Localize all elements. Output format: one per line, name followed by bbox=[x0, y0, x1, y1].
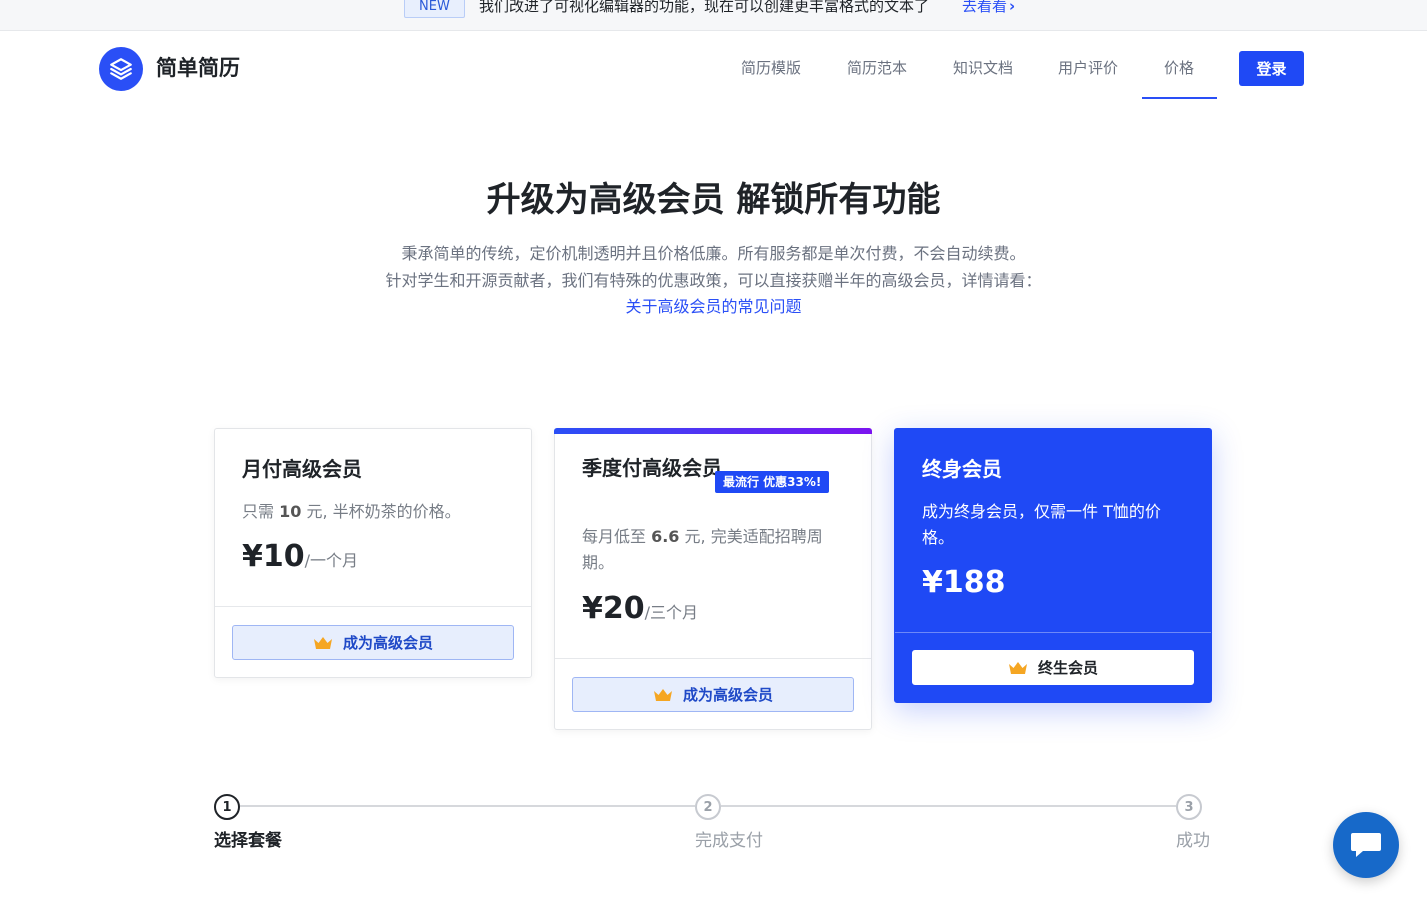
nav-item-pricing[interactable]: 价格 bbox=[1164, 57, 1194, 79]
announcement-message: 我们改进了可视化编辑器的功能，现在可以创建更丰富格式的文本了 bbox=[479, 0, 930, 15]
announcement-link-label: 去看看 bbox=[962, 0, 1008, 15]
plan-price-period: /三个月 bbox=[644, 603, 699, 622]
crown-icon bbox=[653, 688, 672, 701]
faq-link[interactable]: 关于高级会员的常见问题 bbox=[0, 294, 1427, 320]
hero-subtitle-2: 针对学生和开源贡献者，我们有特殊的优惠政策，可以直接获赠半年的高级会员，详情请看… bbox=[385, 271, 1042, 290]
plan-card-lifetime: 终身会员 成为终身会员，仅需一件 T恤的价格。 ¥188 终生会员 bbox=[894, 428, 1212, 703]
plan-desc-num: 6.6 bbox=[651, 527, 680, 546]
step-connector bbox=[721, 805, 1176, 807]
card-divider bbox=[895, 632, 1211, 633]
nav-item-docs[interactable]: 知识文档 bbox=[953, 57, 1013, 79]
chat-button[interactable] bbox=[1333, 812, 1399, 878]
step-3-label: 成功 bbox=[1176, 831, 1210, 851]
announcement-link[interactable]: 去看看 › bbox=[962, 0, 1015, 16]
plan-desc-num: 10 bbox=[279, 502, 302, 521]
subscribe-button-label: 成为高级会员 bbox=[682, 686, 773, 704]
plan-price-amount: ¥20 bbox=[582, 591, 645, 626]
plan-price: ¥188 bbox=[922, 565, 1006, 600]
popular-badge: 最流行 优惠33%! bbox=[715, 471, 830, 493]
card-divider bbox=[215, 606, 531, 607]
plan-price-period: /一个月 bbox=[304, 551, 359, 570]
chevron-right-icon: › bbox=[1009, 0, 1016, 15]
plan-name: 终身会员 bbox=[922, 457, 1002, 481]
brand-name[interactable]: 简单简历 bbox=[156, 53, 240, 83]
plan-desc-post: 元, 半杯奶茶的价格。 bbox=[301, 502, 461, 521]
crown-icon bbox=[1008, 661, 1027, 674]
plan-description: 成为终身会员，仅需一件 T恤的价格。 bbox=[922, 502, 1161, 547]
page-title: 升级为高级会员 解锁所有功能 bbox=[486, 180, 941, 220]
subscribe-button-label: 成为高级会员 bbox=[342, 634, 433, 652]
plan-name: 季度付高级会员 bbox=[582, 456, 722, 480]
step-connector bbox=[240, 805, 695, 807]
new-badge: NEW bbox=[404, 0, 465, 18]
hero-subtitle-1: 秉承简单的传统，定价机制透明并且价格低廉。所有服务都是单次付费，不会自动续费。 bbox=[401, 244, 1026, 263]
plan-price-amount: ¥188 bbox=[922, 565, 1006, 600]
plan-price-amount: ¥10 bbox=[242, 539, 305, 574]
card-divider bbox=[555, 658, 871, 659]
step-2-indicator: 2 bbox=[695, 794, 721, 820]
plan-price: ¥10/一个月 bbox=[242, 539, 358, 574]
chat-bubble-icon bbox=[1351, 833, 1381, 857]
nav-active-indicator bbox=[1142, 97, 1217, 99]
logo-icon[interactable] bbox=[99, 47, 143, 91]
plan-description: 只需 10 元, 半杯奶茶的价格。 bbox=[242, 499, 512, 525]
login-button[interactable]: 登录 bbox=[1239, 51, 1304, 86]
plan-price: ¥20/三个月 bbox=[582, 591, 698, 626]
step-2-label: 完成支付 bbox=[695, 831, 763, 851]
nav-item-reviews[interactable]: 用户评价 bbox=[1058, 57, 1118, 79]
plan-card-monthly: 月付高级会员 只需 10 元, 半杯奶茶的价格。 ¥10/一个月 成为高级会员 bbox=[214, 428, 532, 678]
subscribe-button-label: 终生会员 bbox=[1037, 659, 1098, 677]
plan-desc-pre: 每月低至 bbox=[582, 527, 652, 546]
nav-item-templates[interactable]: 简历模版 bbox=[741, 57, 801, 79]
subscribe-quarterly-button[interactable]: 成为高级会员 bbox=[572, 677, 854, 712]
plan-card-quarterly: 季度付高级会员 最流行 优惠33%! 每月低至 6.6 元, 完美适配招聘周期。… bbox=[554, 428, 872, 730]
step-3-indicator: 3 bbox=[1176, 794, 1202, 820]
step-1-indicator: 1 bbox=[214, 794, 240, 820]
subscribe-monthly-button[interactable]: 成为高级会员 bbox=[232, 625, 514, 660]
card-accent-bar bbox=[554, 428, 872, 434]
subscribe-lifetime-button[interactable]: 终生会员 bbox=[912, 650, 1194, 685]
plan-desc-pre: 只需 bbox=[242, 502, 280, 521]
announcement-bar: NEW 我们改进了可视化编辑器的功能，现在可以创建更丰富格式的文本了 去看看 › bbox=[0, 0, 1427, 31]
crown-icon bbox=[313, 636, 332, 649]
nav-item-examples[interactable]: 简历范本 bbox=[847, 57, 907, 79]
step-1-label: 选择套餐 bbox=[214, 831, 282, 851]
plan-description: 每月低至 6.6 元, 完美适配招聘周期。 bbox=[582, 524, 852, 576]
plan-name: 月付高级会员 bbox=[242, 457, 362, 481]
